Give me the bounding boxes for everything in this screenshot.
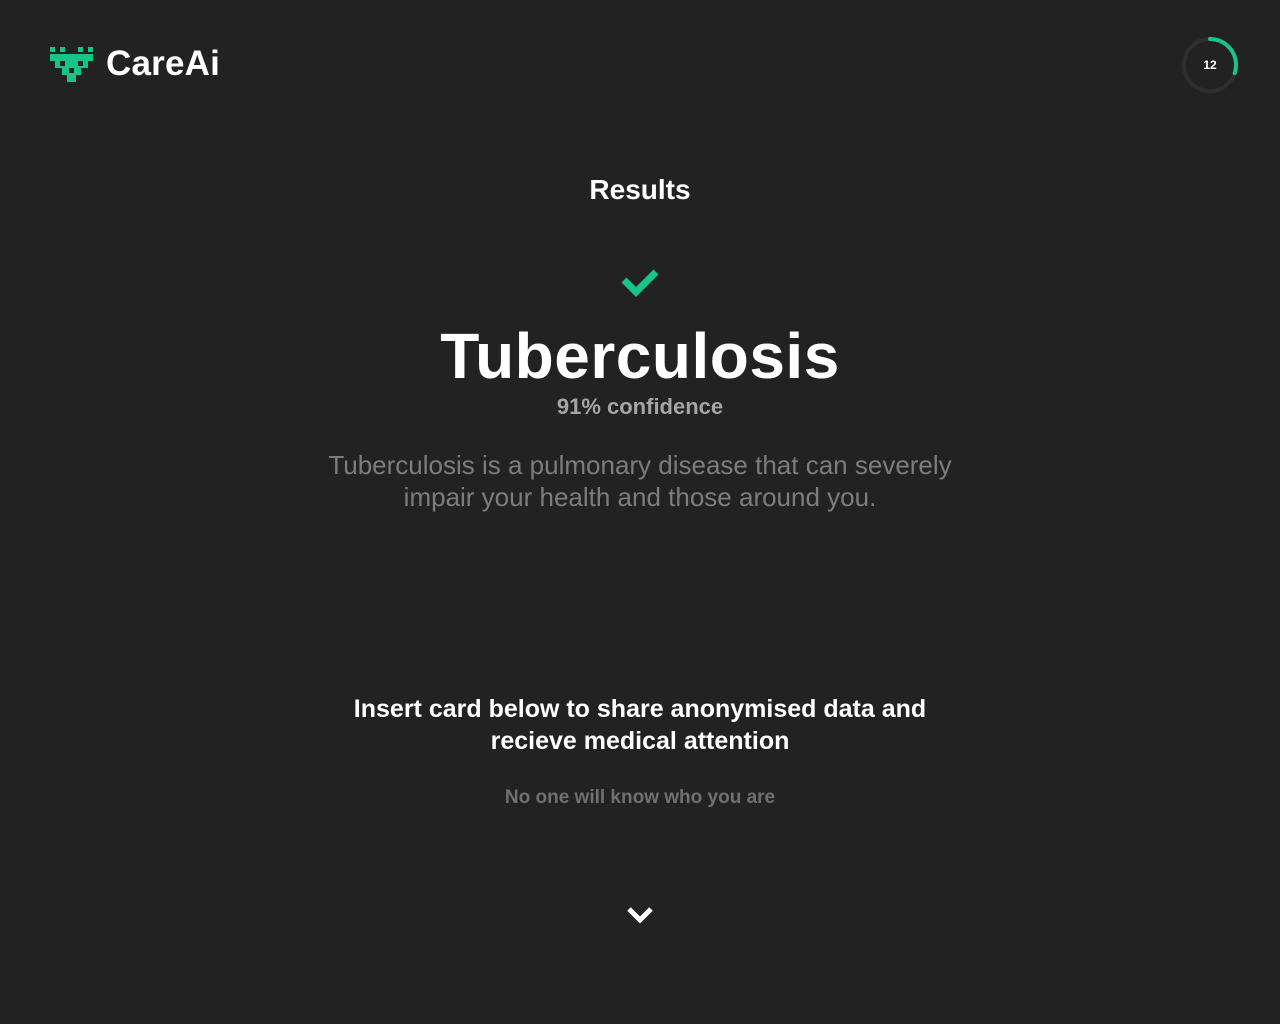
checkmark-icon <box>621 269 659 297</box>
timer-value: 12 <box>1203 58 1217 72</box>
chevron-down-icon[interactable] <box>620 898 660 930</box>
pixel-heart-icon <box>50 46 93 82</box>
countdown-timer: 12 <box>1182 37 1238 93</box>
diagnosis-title: Tuberculosis <box>440 320 840 392</box>
brand-name: CareAi <box>106 44 221 83</box>
insert-card-instruction: Insert card below to share anonymised da… <box>353 695 927 755</box>
confidence-label: 91% confidence <box>556 394 724 419</box>
results-screen: CareAi 12 Results Tuberculosis 91% confi… <box>0 0 1280 1024</box>
page-title: Results <box>589 174 691 205</box>
anonymity-note: No one will know who you are <box>504 787 776 808</box>
diagnosis-description: Tuberculosis is a pulmonary disease that… <box>328 450 952 512</box>
brand: CareAi <box>50 44 220 84</box>
